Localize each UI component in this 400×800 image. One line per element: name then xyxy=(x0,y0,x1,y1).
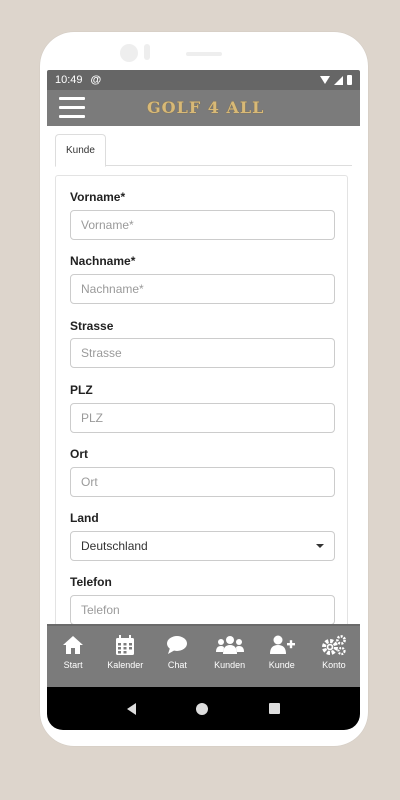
vorname-label: Vorname* xyxy=(70,190,126,204)
screen: 10:49 @ GOLF 4 ALL Kunde Vorname* Nachna… xyxy=(47,70,360,730)
users-icon xyxy=(215,634,244,656)
signal-icon xyxy=(334,75,343,85)
plz-field[interactable] xyxy=(70,403,335,433)
nav-label: Start xyxy=(63,660,83,670)
main-content: Kunde Vorname* Nachname* Strasse PLZ Ort… xyxy=(47,126,360,624)
status-bar: 10:49 @ xyxy=(47,70,360,90)
app-bar: GOLF 4 ALL xyxy=(47,90,360,126)
nav-label: Kalender xyxy=(107,660,144,670)
telefon-label: Telefon xyxy=(70,575,112,589)
strasse-field[interactable] xyxy=(70,338,335,368)
chevron-down-icon xyxy=(316,544,324,548)
tab-bar: Kunde xyxy=(55,134,352,167)
nav-label: Kunde xyxy=(268,660,295,670)
nachname-field[interactable] xyxy=(70,274,335,304)
land-label: Land xyxy=(70,511,99,525)
calendar-icon xyxy=(115,634,135,656)
nav-konto[interactable]: Konto xyxy=(308,626,360,687)
earpiece-speaker xyxy=(186,52,222,56)
status-icons xyxy=(320,75,352,85)
tab-kunde[interactable]: Kunde xyxy=(55,134,106,167)
nav-start[interactable]: Start xyxy=(47,626,99,687)
telefon-field[interactable] xyxy=(70,595,335,624)
user-plus-icon xyxy=(269,634,295,656)
vorname-field[interactable] xyxy=(70,210,335,240)
home-button-icon[interactable] xyxy=(196,702,209,715)
back-icon[interactable] xyxy=(127,702,137,715)
app-logo: GOLF 4 ALL xyxy=(147,98,265,117)
land-selected-value: Deutschland xyxy=(81,539,148,553)
home-icon xyxy=(62,634,84,656)
customer-form: Vorname* Nachname* Strasse PLZ Ort Land … xyxy=(55,175,348,624)
land-select[interactable]: Deutschland xyxy=(70,531,335,561)
front-camera xyxy=(120,44,138,62)
sensor xyxy=(144,44,150,60)
battery-icon xyxy=(347,75,352,85)
system-navigation-bar xyxy=(47,687,360,730)
nav-label: Kunden xyxy=(214,660,246,670)
recent-apps-icon[interactable] xyxy=(268,703,280,714)
nav-label: Chat xyxy=(167,660,187,670)
nachname-label: Nachname* xyxy=(70,254,136,268)
strasse-label: Strasse xyxy=(70,319,114,333)
nav-kalender[interactable]: Kalender xyxy=(99,626,151,687)
nav-kunden[interactable]: Kunden xyxy=(204,626,256,687)
ort-label: Ort xyxy=(70,447,88,461)
wifi-icon xyxy=(320,76,330,84)
nav-label: Konto xyxy=(322,660,346,670)
plz-label: PLZ xyxy=(70,383,93,397)
notification-icon: @ xyxy=(90,74,102,86)
chat-icon xyxy=(166,634,188,656)
nav-kunde[interactable]: Kunde xyxy=(256,626,308,687)
nav-chat[interactable]: Chat xyxy=(151,626,203,687)
cogs-icon xyxy=(321,634,347,656)
menu-icon[interactable] xyxy=(59,97,85,119)
ort-field[interactable] xyxy=(70,467,335,497)
status-time: 10:49 xyxy=(55,74,83,86)
bottom-nav: Start Kalender Chat Kunden Kunde Konto xyxy=(47,624,360,687)
